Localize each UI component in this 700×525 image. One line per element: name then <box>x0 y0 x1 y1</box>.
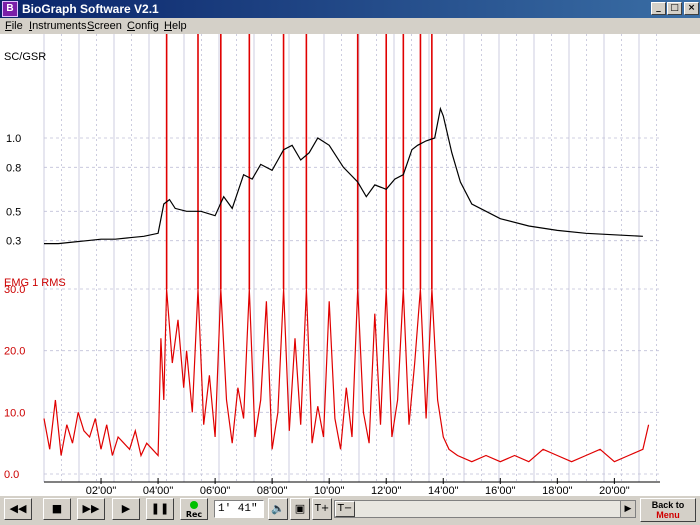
record-button[interactable]: Rec <box>180 498 208 520</box>
close-button[interactable]: × <box>684 2 699 15</box>
fast-forward-button[interactable]: ▶▶ <box>77 498 105 520</box>
play-icon: ▶ <box>121 502 131 515</box>
x-tick-label: 14'00" <box>428 485 459 496</box>
menu-help[interactable]: Help <box>164 19 187 33</box>
stop-icon: ■ <box>51 502 63 515</box>
sc-y-tick-label: 0.3 <box>6 236 21 248</box>
minimize-button[interactable]: _ <box>651 2 666 15</box>
menu-screen[interactable]: Screen <box>87 19 122 33</box>
x-tick-label: 02'00" <box>86 485 117 496</box>
fast-forward-icon: ▶▶ <box>82 502 100 515</box>
menu-bar: File Instruments Screen Config Help <box>0 18 700 34</box>
speaker-button[interactable]: 🔈 <box>268 498 288 520</box>
x-tick-label: 10'00" <box>314 485 345 496</box>
emg-y-tick-label: 20.0 <box>4 346 25 358</box>
scroll-right-arrow-icon[interactable]: ▶ <box>620 501 635 517</box>
window-title: BioGraph Software V2.1 <box>22 2 159 16</box>
floppy-disk-icon: ▣ <box>294 502 306 515</box>
emg-trace <box>43 288 650 463</box>
x-tick-label: 18'00" <box>542 485 573 496</box>
speaker-icon: 🔈 <box>271 502 285 515</box>
menu-config[interactable]: Config <box>127 19 159 33</box>
playback-toolbar: ◀◀ ■ ▶▶ ▶ ❚❚ Rec 1' 41" 🔈 ▣ T+ T− ▶ Back… <box>0 496 700 525</box>
sc-gsr-axis-title: SC/GSR <box>4 51 46 63</box>
back-label: Back to <box>651 500 685 510</box>
maximize-button[interactable]: □ <box>667 2 682 15</box>
record-label: Rec <box>185 510 203 519</box>
x-tick-label: 12'00" <box>371 485 402 496</box>
t-plus-icon: T+ <box>314 503 330 514</box>
x-tick-label: 08'00" <box>257 485 288 496</box>
time-scale-plus-button[interactable]: T+ <box>312 498 332 520</box>
app-icon[interactable]: B <box>2 1 18 17</box>
emg-y-tick-label: 30.0 <box>4 284 25 296</box>
pause-button[interactable]: ❚❚ <box>146 498 174 520</box>
sc-y-tick-label: 0.8 <box>6 162 21 174</box>
sc-y-tick-label: 0.5 <box>6 206 21 218</box>
back-to-menu-button[interactable]: Back to Menu <box>640 498 696 522</box>
timeline-scrollbar[interactable]: T− ▶ <box>334 500 636 518</box>
emg-y-tick-label: 0.0 <box>4 469 19 481</box>
stop-button[interactable]: ■ <box>43 498 71 520</box>
fast-rewind-button[interactable]: ◀◀ <box>4 498 32 520</box>
menu-label: Menu <box>656 510 680 520</box>
play-button[interactable]: ▶ <box>112 498 140 520</box>
sc-gsr-trace <box>44 106 643 245</box>
x-tick-label: 20'00" <box>599 485 630 496</box>
pause-icon: ❚❚ <box>150 502 170 515</box>
x-tick-label: 06'00" <box>200 485 231 496</box>
time-scale-minus-button[interactable]: T− <box>335 501 355 517</box>
record-dot-icon <box>190 501 198 509</box>
biofeedback-chart: SC/GSR1.00.80.50.3EMG 1 RMS30.020.010.00… <box>4 34 660 496</box>
menu-file[interactable]: File <box>5 19 23 33</box>
save-button[interactable]: ▣ <box>290 498 310 520</box>
emg-y-tick-label: 10.0 <box>4 407 25 419</box>
x-tick-label: 16'00" <box>485 485 516 496</box>
menu-instruments[interactable]: Instruments <box>29 19 86 33</box>
t-minus-icon: T− <box>337 503 353 514</box>
sc-y-tick-label: 1.0 <box>6 133 21 145</box>
plot-area: SC/GSR 1.0 0.8 0.5 0.3 EMG 1 RMS 30.0 20.0 10.0 0… <box>0 34 700 496</box>
fast-rewind-icon: ◀◀ <box>9 502 27 515</box>
x-tick-label: 04'00" <box>143 485 174 496</box>
title-bar: B BioGraph Software V2.1 _ □ × <box>0 0 700 18</box>
elapsed-time-field[interactable]: 1' 41" <box>214 500 264 518</box>
